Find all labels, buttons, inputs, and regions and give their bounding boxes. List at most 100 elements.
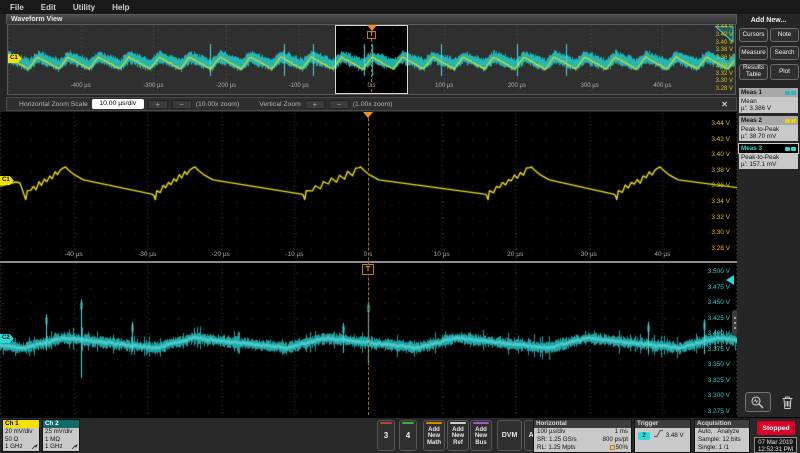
waveform-overview[interactable]: T -400 µs-300 µs-200 µs-100 µs0 s100 µs2… (7, 24, 736, 95)
h-record-length: RL: 1.25 Mpts (537, 444, 576, 452)
probe-icon (71, 443, 78, 450)
add-new-math-label: Add New Math (424, 427, 444, 446)
ch2-badge[interactable]: Ch 2 25 mV/div 1 MΩ 1 GHz (42, 419, 80, 452)
meas-3-card[interactable]: Meas 3 Peak-to-Peakµ': 157.1 mV (739, 144, 798, 169)
menu-utility[interactable]: Utility (73, 3, 95, 12)
ref-color-stripe (450, 422, 466, 424)
sidebar-buttons: Cursors Note Measure Search Results Tabl… (739, 28, 798, 80)
meas-2-type: Peak-to-Peak (741, 126, 796, 133)
expansion-point-icon (610, 445, 615, 450)
trigger-t-badge[interactable]: T (362, 264, 374, 275)
v-zoom-decrease-button[interactable]: − (329, 100, 349, 109)
add-new-bus-button[interactable]: Add New Bus (470, 420, 492, 451)
ch1-badge[interactable]: Ch 1 20 mV/div 50 Ω 1 GHz (2, 419, 40, 452)
bottom-settings-bar: Ch 1 20 mV/div 50 Ω 1 GHz Ch 2 25 mV/div… (0, 417, 800, 453)
measurement-list: Meas 1 Meanµ': 3.386 V Meas 2 Peak-to-Pe… (739, 88, 798, 169)
horizontal-panel[interactable]: Horizontal 100 µs/div 1 ms SR: 1.25 GS/s 8… (533, 419, 632, 453)
results-sidebar: Add New... Cursors Note Measure Search R… (737, 14, 800, 417)
close-zoom-icon[interactable]: ✕ (721, 100, 728, 109)
h-resolution: 800 ps/pt (603, 436, 628, 444)
ch4-color-stripe (402, 422, 414, 424)
meas-source-badge (785, 91, 796, 95)
h-record-duration: 1 ms (615, 428, 628, 436)
meas-3-name: Meas 3 (741, 145, 762, 152)
meas-1-name: Meas 1 (741, 89, 762, 96)
measure-button[interactable]: Measure (739, 46, 768, 60)
trigger-position-line (371, 39, 372, 92)
trigger-level: 3.48 V (666, 432, 684, 439)
v-zoom-increase-button[interactable]: + (305, 100, 325, 109)
acquisition-panel[interactable]: Acquisition Auto, Analyze Sample: 12 bit… (694, 419, 750, 453)
meas-2-card[interactable]: Meas 2 Peak-to-Peakµ': 38.70 mV (739, 116, 798, 141)
search-button[interactable]: Search (770, 46, 799, 60)
rising-edge-icon (653, 429, 664, 438)
h-zoom-decrease-button[interactable]: − (172, 100, 192, 109)
trigger-level-arrow[interactable] (726, 275, 734, 285)
ch3-label: 3 (384, 431, 388, 440)
date-text: 07 Mar 2019 (755, 439, 796, 446)
h-zoom-readout: (10.00x zoom) (196, 101, 239, 108)
magnifier-icon (750, 395, 766, 409)
waveform-view-titlebar[interactable]: Waveform View (6, 14, 737, 24)
trash-icon (781, 395, 794, 410)
trash-button[interactable] (778, 392, 796, 412)
datetime-display[interactable]: 07 Mar 2019 12:52:31 PM (754, 437, 797, 453)
trigger-marker-icon[interactable] (363, 112, 373, 118)
h-sample-rate: SR: 1.25 GS/s (537, 436, 577, 444)
sidebar-tools (745, 392, 796, 412)
oscilloscope-screen: File Edit Utility Help Waveform View T -… (0, 0, 800, 453)
waveform-view-title: Waveform View (11, 16, 62, 23)
trigger-t-badge[interactable]: T (367, 31, 376, 39)
acq-sample-bits: Sample: 12 bits (698, 436, 746, 444)
add-new-header: Add New... (739, 16, 798, 26)
ch1-scale: 20 mV/div (5, 428, 37, 436)
run-stop-status-button[interactable]: Stopped (757, 421, 795, 435)
horizontal-zoom-scale-value[interactable]: 10.00 µs/div (92, 99, 144, 109)
time-text: 12:52:31 PM (755, 446, 796, 453)
add-new-math-button[interactable]: Add New Math (423, 420, 445, 451)
math-color-stripe (426, 422, 442, 424)
meas-source-badge (785, 147, 796, 151)
horizontal-panel-title: Horizontal (534, 420, 631, 428)
h-position: 50% (616, 444, 628, 451)
meas-1-value: µ': 3.386 V (741, 105, 796, 112)
ch2-offscreen-indicator-icon (713, 26, 734, 43)
h-zoom-increase-button[interactable]: + (148, 100, 168, 109)
meas-1-card[interactable]: Meas 1 Meanµ': 3.386 V (739, 88, 798, 113)
add-new-ref-label: Add New Ref (448, 427, 468, 446)
ch1-badge-header: Ch 1 (3, 420, 39, 428)
v-zoom-readout: (1.00x zoom) (353, 101, 393, 108)
acq-single-count: Single: 1 /1 (698, 444, 746, 452)
zoom-tool-button[interactable] (745, 392, 771, 412)
menu-bar: File Edit Utility Help (0, 0, 800, 14)
meas-1-type: Mean (741, 98, 796, 105)
meas-3-type: Peak-to-Peak (741, 154, 796, 161)
vertical-zoom-label: Vertical Zoom (259, 101, 301, 108)
ch4-label: 4 (406, 431, 410, 440)
note-button[interactable]: Note (770, 28, 799, 42)
horizontal-zoom-scale-label: Horizontal Zoom Scale (19, 101, 88, 108)
menu-file[interactable]: File (10, 3, 24, 12)
h-scale: 100 µs/div (537, 428, 565, 436)
trigger-panel-title: Trigger (635, 420, 690, 428)
cursors-button[interactable]: Cursors (739, 28, 768, 42)
results-table-button[interactable]: Results Table (739, 64, 768, 80)
ch3-button[interactable]: 3 (377, 420, 395, 451)
zoom-waveform-area: T -40 µs-30 µs-20 µs-10 µs0 s10 µs20 µs3… (0, 112, 737, 417)
add-new-ref-button[interactable]: Add New Ref (447, 420, 469, 451)
bus-color-stripe (473, 422, 489, 424)
menu-help[interactable]: Help (112, 3, 129, 12)
meas-2-value: µ': 38.70 mV (741, 133, 796, 140)
ch2-scale: 25 mV/div (45, 428, 77, 436)
trigger-source-badge: 2 (638, 432, 650, 440)
trigger-panel[interactable]: Trigger 2 3.48 V (634, 419, 691, 453)
ch4-button[interactable]: 4 (399, 420, 417, 451)
plot-button[interactable]: Plot (770, 64, 799, 80)
acq-mode: Auto, Analyze (698, 428, 746, 436)
probe-icon (31, 443, 38, 450)
meas-2-name: Meas 2 (741, 117, 762, 124)
dvm-button[interactable]: DVM (497, 420, 522, 451)
acquisition-panel-title: Acquisition (695, 420, 749, 428)
add-new-bus-label: Add New Bus (471, 427, 491, 446)
menu-edit[interactable]: Edit (41, 3, 56, 12)
